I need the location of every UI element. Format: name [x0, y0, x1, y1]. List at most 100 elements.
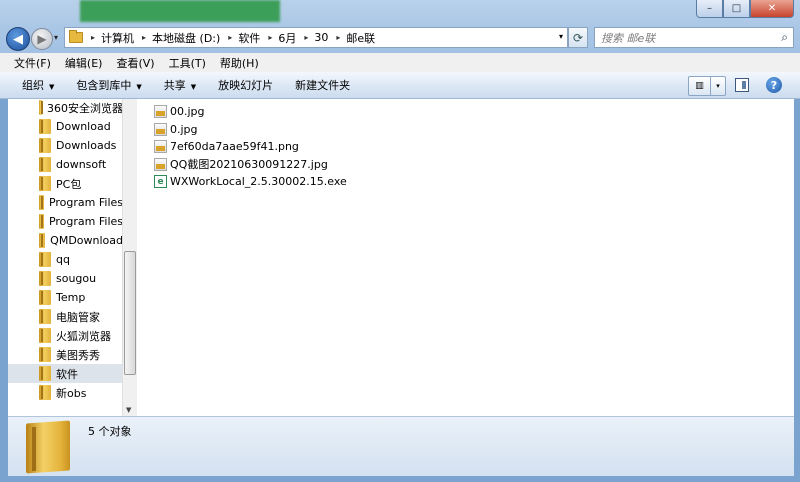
file-item[interactable]: 7ef60da7aae59f41.png [154, 138, 299, 155]
menu-item[interactable]: 工具(T) [169, 55, 206, 71]
item-count: 5 个对象 [88, 425, 132, 438]
breadcrumb-separator-icon[interactable]: ▸ [91, 33, 95, 42]
refresh-icon: ⟳ [572, 30, 584, 45]
search-input[interactable]: 搜索 邮e联 [601, 30, 655, 46]
preview-pane-button[interactable] [735, 78, 749, 92]
breadcrumb: 计算机 ▸ 本地磁盘 (D:) ▸ 软件 ▸ 6月 ▸ 30 ▸ 邮e联 [101, 30, 383, 46]
sidebar-item[interactable]: 火狐浏览器 [8, 326, 123, 345]
breadcrumb-item[interactable]: 本地磁盘 (D:) [152, 30, 220, 46]
chevron-down-icon: ▼ [136, 83, 142, 91]
sidebar-item-label: qq [56, 253, 70, 266]
address-bar[interactable]: ▸ 计算机 ▸ 本地磁盘 (D:) ▸ 软件 ▸ 6月 ▸ 30 ▸ 邮e联 ▾ [64, 27, 568, 48]
folder-icon [39, 252, 51, 267]
maximize-button[interactable]: □ [723, 0, 750, 18]
search-icon[interactable]: ⌕ [781, 30, 788, 45]
sidebar-item[interactable]: Downloads [8, 136, 123, 155]
chevron-down-icon[interactable]: ▾ [711, 82, 725, 90]
folder-icon [39, 233, 46, 248]
minimize-button[interactable]: – [696, 0, 723, 18]
forward-button[interactable]: ▶ [31, 28, 53, 50]
menu-item[interactable]: 帮助(H) [220, 55, 259, 71]
sidebar-item[interactable]: 360安全浏览器 [8, 99, 123, 117]
sidebar-item[interactable]: 电脑管家 [8, 307, 123, 326]
help-icon: ? [770, 78, 778, 92]
sidebar-item[interactable]: Download [8, 117, 123, 136]
command-button[interactable]: 共享 ▼ [164, 77, 196, 93]
sidebar-item[interactable]: Program Files [8, 193, 123, 212]
file-item[interactable]: 0.jpg [154, 121, 198, 138]
recent-pages-dropdown[interactable]: ▾ [54, 33, 58, 42]
sidebar-item[interactable]: qq [8, 250, 123, 269]
sidebar-item[interactable]: 新obs [8, 383, 123, 402]
breadcrumb-item[interactable]: 软件 [238, 30, 260, 46]
sidebar-item[interactable]: QMDownload [8, 231, 123, 250]
close-button[interactable]: ✕ [750, 0, 794, 18]
command-button[interactable]: 放映幻灯片 [218, 77, 273, 93]
scrollbar-thumb[interactable] [124, 251, 136, 375]
file-name: 00.jpg [170, 105, 205, 118]
folder-icon [39, 271, 51, 286]
command-label: 组织 [22, 79, 44, 92]
command-label: 包含到库中 [76, 79, 132, 92]
breadcrumb-item[interactable]: 30 [314, 31, 328, 44]
file-item[interactable]: 00.jpg [154, 103, 205, 120]
sidebar-item-label: 360安全浏览器 [47, 101, 123, 115]
folder-icon [39, 309, 51, 324]
image-file-icon [154, 122, 167, 136]
file-item[interactable]: QQ截图20210630091227.jpg [154, 156, 328, 173]
file-name: 7ef60da7aae59f41.png [170, 140, 299, 153]
command-button[interactable]: 包含到库中 ▼ [76, 77, 141, 93]
folder-icon [39, 157, 51, 172]
command-bar: 组织 ▼ 包含到库中 ▼ 共享 ▼ 放映幻灯片 新建文件夹 [0, 72, 800, 99]
sidebar-item-label: downsoft [56, 158, 107, 171]
sidebar-item[interactable]: PC包 [8, 174, 123, 193]
breadcrumb-item[interactable]: 6月 [278, 30, 296, 46]
sidebar-item-label: Download [56, 120, 111, 133]
scroll-down-icon[interactable]: ▼ [126, 406, 131, 414]
breadcrumb-separator-icon[interactable]: ▸ [336, 33, 340, 42]
menu-item[interactable]: 编辑(E) [65, 55, 103, 71]
sidebar-item[interactable]: sougou [8, 269, 123, 288]
back-button[interactable]: ◀ [6, 27, 30, 51]
sidebar-item[interactable]: 软件 [8, 364, 123, 383]
refresh-button[interactable]: ⟳ [568, 27, 588, 48]
navigation-scrollbar[interactable]: ▼ [122, 99, 137, 416]
file-list: 00.jpg 0.jpg 7ef60da7aae59f41.png QQ截图20210… [138, 99, 794, 416]
sidebar-item-label: 电脑管家 [56, 310, 100, 324]
folder-icon [39, 290, 51, 305]
folder-icon [39, 214, 44, 229]
search-box[interactable]: 搜索 邮e联 ⌕ [594, 27, 794, 48]
folder-icon [69, 30, 83, 43]
sidebar-item-label: PC包 [56, 177, 82, 191]
address-dropdown-icon[interactable]: ▾ [559, 32, 563, 41]
sidebar-item[interactable]: downsoft [8, 155, 123, 174]
breadcrumb-separator-icon[interactable]: ▸ [142, 33, 146, 42]
breadcrumb-separator-icon[interactable]: ▸ [304, 33, 308, 42]
breadcrumb-item[interactable]: 计算机 [101, 30, 134, 46]
folder-icon [39, 138, 51, 153]
breadcrumb-separator-icon[interactable]: ▸ [228, 33, 232, 42]
exe-file-icon: e [154, 175, 167, 188]
breadcrumb-item[interactable]: 邮e联 [346, 30, 375, 46]
sidebar-item[interactable]: Program Files [8, 212, 123, 231]
file-item[interactable]: e WXWorkLocal_2.5.30002.15.exe [154, 173, 347, 190]
command-button[interactable]: 组织 ▼ [22, 77, 54, 93]
command-label: 新建文件夹 [295, 79, 351, 92]
sidebar-item-label: Program Files [48, 196, 123, 209]
file-name: WXWorkLocal_2.5.30002.15.exe [170, 175, 347, 188]
menu-item[interactable]: 查看(V) [116, 55, 154, 71]
command-button[interactable]: 新建文件夹 [295, 77, 350, 93]
image-file-icon [154, 140, 167, 153]
breadcrumb-separator-icon[interactable]: ▸ [268, 33, 272, 42]
folder-icon [39, 328, 51, 343]
window-controls: – □ ✕ [696, 0, 794, 18]
folder-icon [39, 347, 51, 362]
sidebar-item-label: 美图秀秀 [56, 348, 100, 362]
file-name: 0.jpg [170, 122, 198, 136]
sidebar-item[interactable]: 美图秀秀 [8, 345, 123, 364]
menu-item[interactable]: 文件(F) [14, 55, 51, 71]
help-button[interactable]: ? [766, 77, 782, 93]
sidebar-item[interactable]: Temp [8, 288, 123, 307]
view-options-button[interactable]: ▥ ▾ [688, 76, 726, 96]
folder-icon [26, 420, 70, 474]
